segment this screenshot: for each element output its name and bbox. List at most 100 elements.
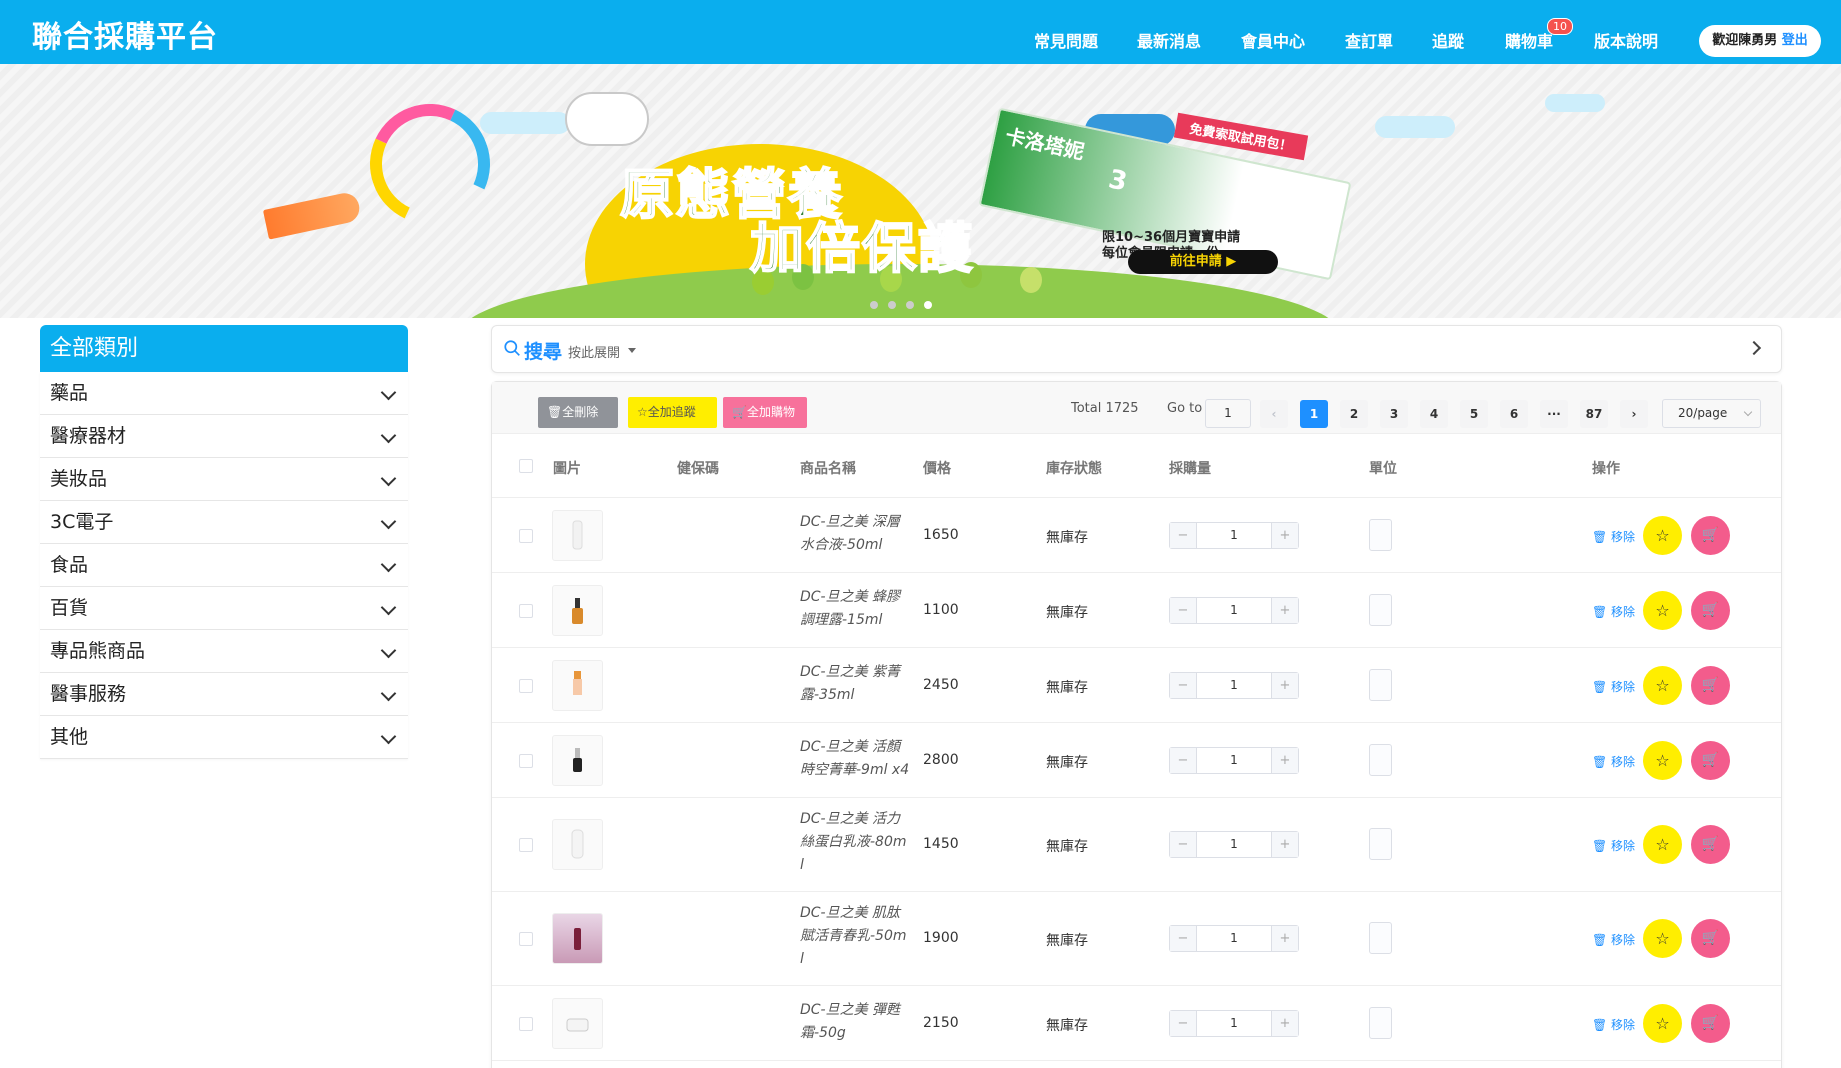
page-button-2[interactable]: 2 xyxy=(1340,400,1368,428)
quantity-input[interactable]: 1 xyxy=(1197,598,1271,623)
page-button-6[interactable]: 6 xyxy=(1500,400,1528,428)
product-thumbnail[interactable] xyxy=(552,819,603,870)
remove-link[interactable]: 🗑 移除 xyxy=(1592,837,1635,854)
track-star-button[interactable]: ☆ xyxy=(1643,825,1682,864)
sidebar-item-special[interactable]: 專品熊商品 xyxy=(40,630,408,673)
unit-select[interactable] xyxy=(1369,594,1392,626)
row-checkbox[interactable] xyxy=(519,604,533,618)
decrement-button[interactable]: − xyxy=(1170,598,1197,623)
increment-button[interactable]: + xyxy=(1271,926,1298,951)
decrement-button[interactable]: − xyxy=(1170,523,1197,548)
search-expand-hint[interactable]: 按此展開 xyxy=(568,342,620,361)
unit-select[interactable] xyxy=(1369,519,1392,551)
sidebar-item-general-goods[interactable]: 百貨 xyxy=(40,587,408,630)
sidebar-item-cosmetics[interactable]: 美妝品 xyxy=(40,458,408,501)
sidebar-item-food[interactable]: 食品 xyxy=(40,544,408,587)
add-to-cart-button[interactable]: 🛒 xyxy=(1691,741,1730,780)
nav-cart[interactable]: 購物車 10 xyxy=(1505,18,1574,54)
goto-page-input[interactable]: 1 xyxy=(1205,399,1251,428)
decrement-button[interactable]: − xyxy=(1170,673,1197,698)
remove-link[interactable]: 🗑 移除 xyxy=(1592,528,1635,545)
carousel-dot[interactable] xyxy=(906,301,914,309)
product-name[interactable]: DC-旦之美 活顏時空菁華-9ml x4 xyxy=(800,736,910,782)
decrement-button[interactable]: − xyxy=(1170,1011,1197,1036)
quantity-input[interactable]: 1 xyxy=(1197,832,1271,857)
banner-apply-button[interactable]: 前往申請 ▶ xyxy=(1128,250,1278,274)
carousel-dot[interactable] xyxy=(870,301,878,309)
row-checkbox[interactable] xyxy=(519,754,533,768)
quantity-input[interactable]: 1 xyxy=(1197,523,1271,548)
row-checkbox[interactable] xyxy=(519,529,533,543)
product-thumbnail[interactable] xyxy=(552,585,603,636)
increment-button[interactable]: + xyxy=(1271,523,1298,548)
product-thumbnail[interactable] xyxy=(552,510,603,561)
row-checkbox[interactable] xyxy=(519,679,533,693)
track-all-button[interactable]: ☆全加追蹤 xyxy=(628,397,717,428)
quantity-input[interactable]: 1 xyxy=(1197,673,1271,698)
product-name[interactable]: DC-旦之美 深層水合液-50ml xyxy=(800,511,910,557)
carousel-dot[interactable] xyxy=(888,301,896,309)
quantity-input[interactable]: 1 xyxy=(1197,748,1271,773)
product-name[interactable]: DC-旦之美 紫菁露-35ml xyxy=(800,661,910,707)
promo-banner[interactable]: 卡洛塔妮 3 免費索取試用包！ 原態營養 加倍保護 限10~36個月寶寶申請 每… xyxy=(0,64,1841,318)
decrement-button[interactable]: − xyxy=(1170,926,1197,951)
page-button-4[interactable]: 4 xyxy=(1420,400,1448,428)
track-star-button[interactable]: ☆ xyxy=(1643,1004,1682,1043)
product-thumbnail[interactable] xyxy=(552,735,603,786)
add-to-cart-button[interactable]: 🛒 xyxy=(1691,1004,1730,1043)
unit-select[interactable] xyxy=(1369,1007,1392,1039)
remove-link[interactable]: 🗑 移除 xyxy=(1592,753,1635,770)
product-name[interactable]: DC-旦之美 肌肽賦活青春乳-50ml xyxy=(800,902,910,971)
nav-tracking[interactable]: 追蹤 xyxy=(1432,28,1464,54)
add-to-cart-button[interactable]: 🛒 xyxy=(1691,666,1730,705)
page-button-last[interactable]: 87 xyxy=(1580,400,1608,428)
add-to-cart-button[interactable]: 🛒 xyxy=(1691,591,1730,630)
site-brand[interactable]: 聯合採購平台 xyxy=(32,12,218,56)
track-star-button[interactable]: ☆ xyxy=(1643,666,1682,705)
next-page-button[interactable]: › xyxy=(1620,400,1648,428)
add-all-to-cart-button[interactable]: 🛒全加購物 xyxy=(723,397,807,428)
track-star-button[interactable]: ☆ xyxy=(1643,919,1682,958)
add-to-cart-button[interactable]: 🛒 xyxy=(1691,825,1730,864)
increment-button[interactable]: + xyxy=(1271,1011,1298,1036)
sidebar-item-other[interactable]: 其他 xyxy=(40,716,408,759)
remove-link[interactable]: 🗑 移除 xyxy=(1592,931,1635,948)
sidebar-item-medical-services[interactable]: 醫事服務 xyxy=(40,673,408,716)
nav-orders[interactable]: 查訂單 xyxy=(1345,28,1393,54)
product-name[interactable]: DC-旦之美 彈甦霜-50g xyxy=(800,999,910,1045)
unit-select[interactable] xyxy=(1369,669,1392,701)
carousel-dot-active[interactable] xyxy=(924,301,932,309)
remove-link[interactable]: 🗑 移除 xyxy=(1592,1016,1635,1033)
sidebar-item-medicine[interactable]: 藥品 xyxy=(40,372,408,415)
nav-faq[interactable]: 常見問題 xyxy=(1034,28,1098,54)
page-button-3[interactable]: 3 xyxy=(1380,400,1408,428)
increment-button[interactable]: + xyxy=(1271,832,1298,857)
nav-member-center[interactable]: 會員中心 xyxy=(1241,28,1305,54)
row-checkbox[interactable] xyxy=(519,838,533,852)
decrement-button[interactable]: − xyxy=(1170,832,1197,857)
page-size-select[interactable]: 20/page xyxy=(1662,399,1761,428)
delete-all-button[interactable]: 🗑全刪除 xyxy=(538,397,618,428)
sidebar-item-electronics[interactable]: 3C電子 xyxy=(40,501,408,544)
page-ellipsis[interactable]: ··· xyxy=(1540,400,1568,428)
quantity-input[interactable]: 1 xyxy=(1197,926,1271,951)
track-star-button[interactable]: ☆ xyxy=(1643,741,1682,780)
add-to-cart-button[interactable]: 🛒 xyxy=(1691,516,1730,555)
increment-button[interactable]: + xyxy=(1271,748,1298,773)
remove-link[interactable]: 🗑 移除 xyxy=(1592,603,1635,620)
product-thumbnail[interactable] xyxy=(552,660,603,711)
product-name[interactable]: DC-旦之美 活力絲蛋白乳液-80ml xyxy=(800,808,910,877)
nav-release-notes[interactable]: 版本說明 xyxy=(1594,28,1658,54)
track-star-button[interactable]: ☆ xyxy=(1643,591,1682,630)
add-to-cart-button[interactable]: 🛒 xyxy=(1691,919,1730,958)
page-button-1[interactable]: 1 xyxy=(1300,400,1328,428)
nav-news[interactable]: 最新消息 xyxy=(1137,28,1201,54)
track-star-button[interactable]: ☆ xyxy=(1643,516,1682,555)
chevron-right-icon[interactable] xyxy=(1746,340,1762,356)
product-thumbnail[interactable] xyxy=(552,913,603,964)
prev-page-button[interactable]: ‹ xyxy=(1260,400,1288,428)
remove-link[interactable]: 🗑 移除 xyxy=(1592,678,1635,695)
select-all-checkbox[interactable] xyxy=(519,459,533,473)
unit-select[interactable] xyxy=(1369,744,1392,776)
product-thumbnail[interactable] xyxy=(552,998,603,1049)
